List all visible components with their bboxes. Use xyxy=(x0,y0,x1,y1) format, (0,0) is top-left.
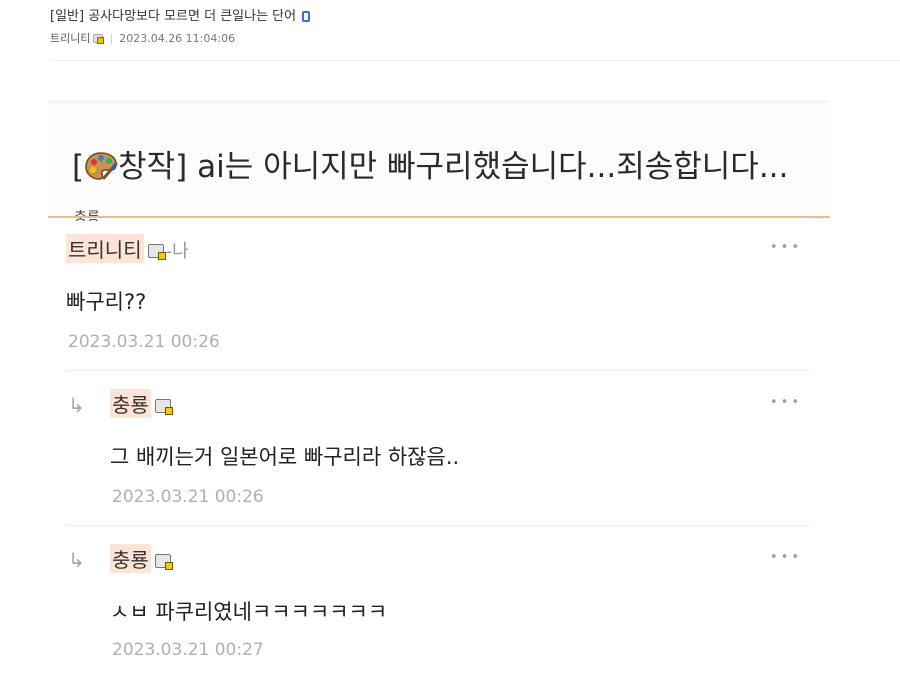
comment-nick-suffix: -나 xyxy=(165,241,189,262)
comment-author: 트리니티 -나 xyxy=(66,234,189,263)
comment-text: 그 배끼는거 일본어로 빠구리라 하잖음.. xyxy=(110,445,460,469)
reply-arrow-icon: ↳ xyxy=(68,393,85,417)
title-bracket: [ xyxy=(72,149,85,185)
palette-icon xyxy=(85,152,118,180)
screenshot-image: [ 창작] ai는 아니지만 빠구리했습니다...죄송합니다... 충룡 ···… xyxy=(48,100,830,674)
reply-item: ↳ 충룡 ••• 그 배끼는거 일본어로 빠구리라 하잖음.. 2023.03.… xyxy=(48,371,830,525)
comment-item: 트리니티 -나 ••• 빠구리?? 2023.03.21 00:26 xyxy=(48,218,830,370)
comment-author: 충룡 xyxy=(110,389,173,418)
meta-divider: | xyxy=(109,32,114,45)
captured-post-title: [ 창작] ai는 아니지만 빠구리했습니다...죄송합니다... xyxy=(72,141,788,186)
post-header: [일반] 공사다망보다 모르면 더 큰일나는 단어 트리니티 | 2023.04.2… xyxy=(50,0,900,61)
title-text: 창작] ai는 아니지만 빠구리했습니다...죄송합니다... xyxy=(118,149,789,185)
post-datetime: 2023.04.26 11:04:06 xyxy=(119,32,236,45)
comment-date: 2023.03.21 00:27 xyxy=(112,640,264,660)
user-badge-icon xyxy=(93,34,105,44)
reply-arrow-icon: ↳ xyxy=(68,548,85,572)
more-options-icon[interactable]: ••• xyxy=(770,550,802,565)
more-options-icon[interactable]: ••• xyxy=(770,395,802,410)
reply-item: ↳ 충룡 ••• ㅅㅂ 파쿠리였네ㅋㅋㅋㅋㅋㅋㅋ 2023.03.21 00:2… xyxy=(48,526,830,674)
comment-date: 2023.03.21 00:26 xyxy=(68,332,220,352)
mobile-icon xyxy=(302,11,311,22)
user-badge-icon xyxy=(154,399,173,415)
captured-post-header: [ 창작] ai는 아니지만 빠구리했습니다...죄송합니다... 충룡 ··· xyxy=(48,100,830,225)
post-meta: 트리니티 | 2023.04.26 11:04:06 xyxy=(50,30,235,46)
user-badge-icon xyxy=(154,554,173,570)
comment-author: 충룡 xyxy=(110,544,173,573)
comment-nickname[interactable]: 트리니티 xyxy=(66,234,144,263)
comment-text: 빠구리?? xyxy=(66,290,147,314)
user-badge-icon xyxy=(147,244,166,260)
comment-text: ㅅㅂ 파쿠리였네ㅋㅋㅋㅋㅋㅋㅋ xyxy=(110,600,388,624)
post-author[interactable]: 트리니티 xyxy=(50,32,90,45)
comment-date: 2023.03.21 00:26 xyxy=(112,487,264,507)
post-title-text[interactable]: [일반] 공사다망보다 모르면 더 큰일나는 단어 xyxy=(50,9,296,24)
comment-nickname[interactable]: 충룡 xyxy=(110,544,151,573)
post-title[interactable]: [일반] 공사다망보다 모르면 더 큰일나는 단어 xyxy=(50,5,311,24)
comment-nickname[interactable]: 충룡 xyxy=(110,389,151,418)
more-options-icon[interactable]: ••• xyxy=(770,240,802,255)
